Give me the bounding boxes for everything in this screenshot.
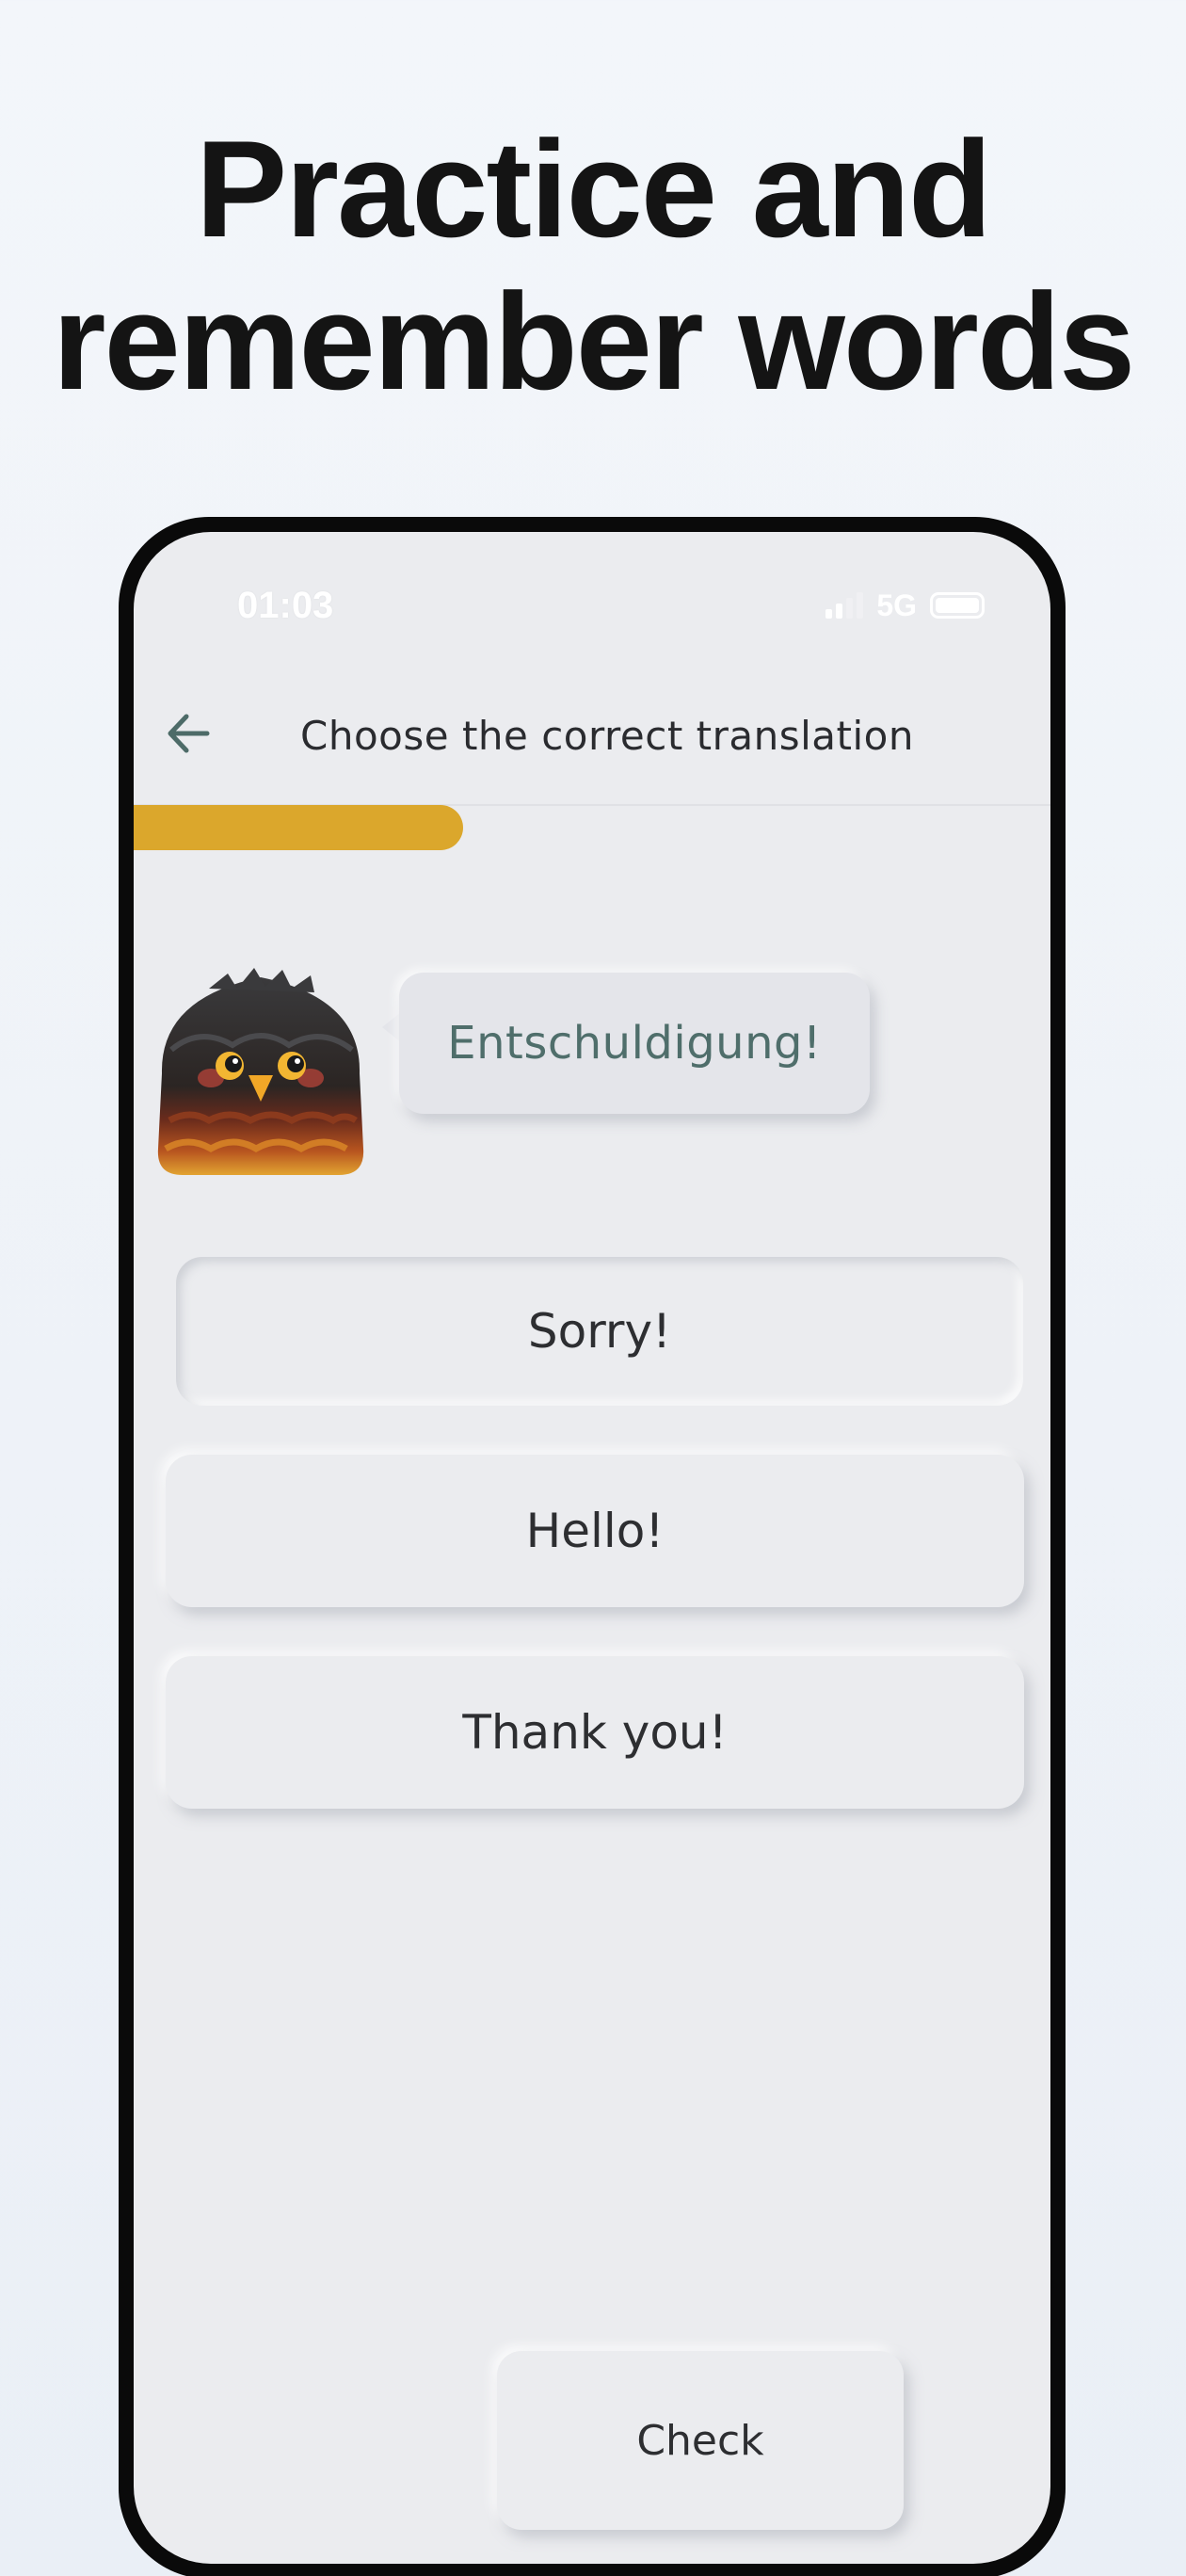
progress-bar <box>134 805 1050 850</box>
app-screen: 01:03 5G Choose the correct translation <box>134 532 1050 2564</box>
answer-option-hello[interactable]: Hello! <box>166 1455 1024 1607</box>
top-nav: Choose the correct translation <box>134 683 1050 786</box>
speech-bubble-tail <box>382 1012 401 1042</box>
progress-fill <box>134 805 463 850</box>
status-time: 01:03 <box>237 585 334 626</box>
check-button[interactable]: Check <box>497 2351 904 2530</box>
signal-icon <box>825 592 864 619</box>
prompt-word: Entschuldigung! <box>447 1017 822 1070</box>
answer-option-thank-you[interactable]: Thank you! <box>166 1656 1024 1809</box>
status-indicators: 5G <box>825 588 985 622</box>
network-label: 5G <box>876 588 917 622</box>
headline: Practice and remember words <box>0 113 1186 418</box>
page-title: Choose the correct translation <box>300 713 914 759</box>
headline-line-1: Practice and <box>195 112 992 266</box>
battery-icon <box>930 592 985 619</box>
prompt-bubble[interactable]: Entschuldigung! <box>399 973 870 1114</box>
speech-bubble: Entschuldigung! <box>382 973 870 1114</box>
answer-option-sorry[interactable]: Sorry! <box>176 1257 1023 1406</box>
phone-frame: 01:03 5G Choose the correct translation <box>119 517 1066 2576</box>
headline-line-2: remember words <box>52 265 1136 418</box>
owl-mascot <box>157 968 364 1175</box>
